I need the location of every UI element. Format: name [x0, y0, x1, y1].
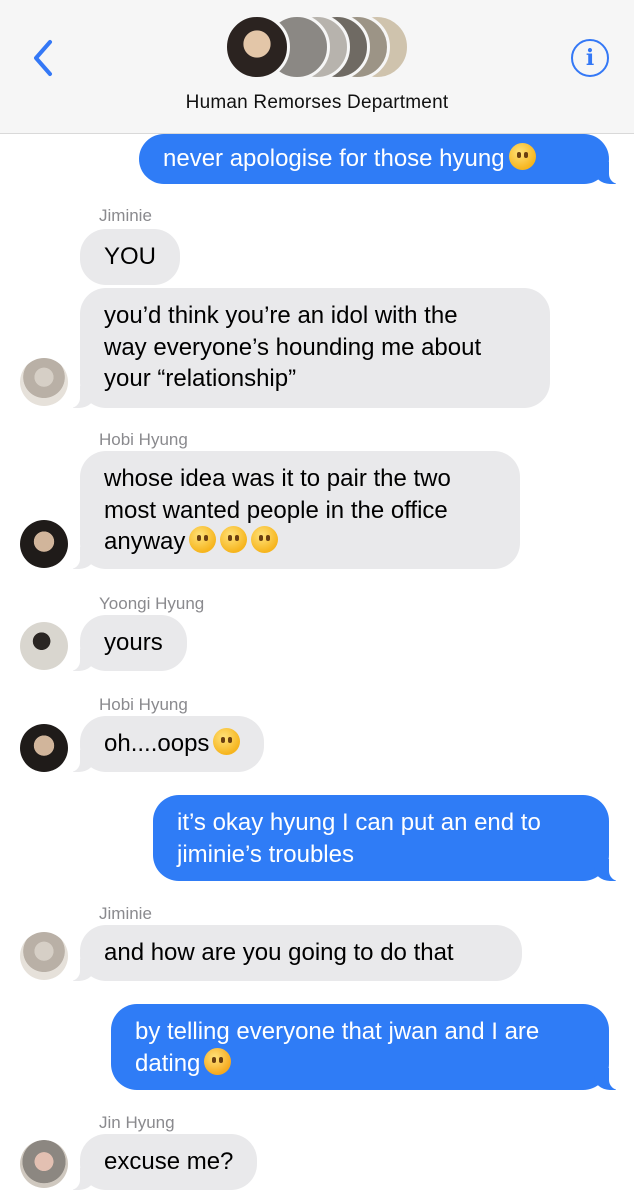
avatar-jiminie[interactable]	[20, 358, 68, 406]
info-icon: i	[585, 45, 595, 71]
group-title[interactable]: Human Remorses Department	[0, 92, 634, 114]
chevron-left-icon	[34, 40, 52, 76]
avatar-jiminie[interactable]	[20, 932, 68, 980]
thinking-face-emoji	[189, 526, 217, 553]
message-bubble-outgoing[interactable]: it’s okay hyung I can put an end to jimi…	[153, 795, 619, 881]
thinking-face-emoji	[220, 526, 248, 553]
steam-face-emoji	[508, 143, 536, 170]
message-bubble-incoming[interactable]: you’d think you’re an idol with the way …	[70, 288, 550, 408]
thinking-face-emoji	[251, 526, 279, 553]
message-bubble-incoming[interactable]: yours	[70, 615, 187, 671]
conversation-header: Human Remorses Department i	[0, 0, 634, 134]
avatar-jin[interactable]	[20, 1140, 68, 1188]
smiling-face-with-hearts-emoji	[204, 1047, 232, 1075]
message-bubble-incoming[interactable]: YOU	[80, 229, 181, 285]
sender-name: Jiminie	[99, 904, 152, 923]
message-bubble-incoming[interactable]: excuse me?	[69, 1134, 258, 1190]
message-bubble-outgoing[interactable]: by telling everyone that jwan and I are …	[111, 1004, 619, 1090]
group-avatar	[224, 14, 290, 80]
avatar-yoongi[interactable]	[20, 622, 68, 670]
avatar-hobi[interactable]	[20, 520, 68, 568]
message-bubble-incoming[interactable]: and how are you going to do that	[70, 925, 522, 981]
info-button[interactable]: i	[571, 39, 609, 77]
sender-name: Hobi Hyung	[99, 430, 188, 449]
message-bubble-incoming[interactable]: whose idea was it to pair the two most w…	[70, 451, 520, 569]
sender-name: Jiminie	[99, 206, 152, 225]
sender-name: Jin Hyung	[99, 1113, 175, 1132]
sender-name: Hobi Hyung	[99, 695, 188, 714]
avatar-hobi[interactable]	[20, 724, 68, 772]
back-button[interactable]	[30, 38, 58, 78]
message-bubble-outgoing[interactable]: never apologise for those hyung	[139, 134, 619, 184]
message-bubble-incoming[interactable]: oh....oops	[69, 716, 265, 772]
sender-name: Yoongi Hyung	[99, 594, 205, 613]
sweat-smile-emoji	[213, 728, 241, 755]
group-avatar-stack[interactable]	[224, 14, 414, 80]
